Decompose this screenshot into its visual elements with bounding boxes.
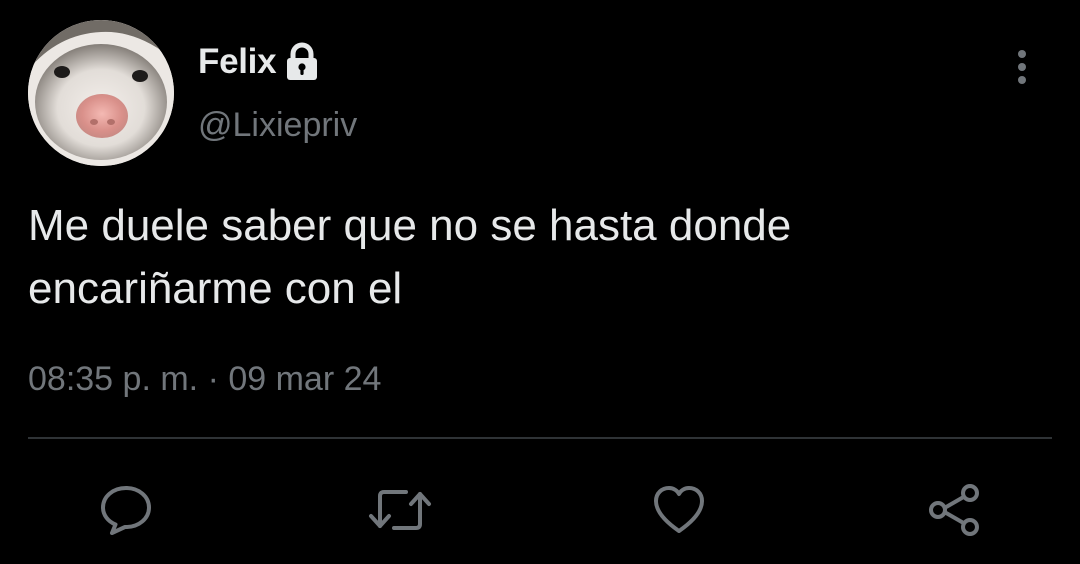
more-vertical-icon[interactable] xyxy=(1002,44,1042,90)
ferret-avatar-image xyxy=(28,20,174,166)
tweet-time[interactable]: 08:35 p. m. xyxy=(28,360,198,398)
author-name-row: Felix xyxy=(198,40,320,84)
share-icon[interactable] xyxy=(926,482,982,538)
tweet-text: Me duele saber que no se hasta donde enc… xyxy=(28,194,1048,320)
author-handle[interactable]: @Lixiepriv xyxy=(198,106,357,145)
avatar[interactable] xyxy=(28,20,174,166)
lock-icon xyxy=(284,42,320,82)
display-name[interactable]: Felix xyxy=(198,42,277,82)
retweet-icon[interactable] xyxy=(368,482,431,538)
tweet-date[interactable]: 09 mar 24 xyxy=(228,360,381,398)
meta-separator: · xyxy=(207,360,219,398)
divider xyxy=(28,437,1052,439)
tweet-text-line-1: Me duele saber que no se hasta donde xyxy=(28,201,792,250)
tweet-text-line-2: encariñarme con el xyxy=(28,264,403,313)
tweet-timestamp: 08:35 p. m. · 09 mar 24 xyxy=(28,360,381,399)
like-icon[interactable] xyxy=(651,482,707,538)
reply-icon[interactable] xyxy=(98,482,154,538)
